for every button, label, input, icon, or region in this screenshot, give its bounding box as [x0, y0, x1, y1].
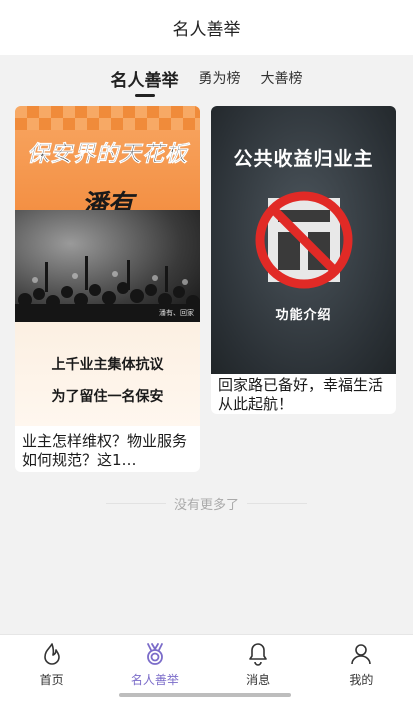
- tab-charity-ranking[interactable]: 大善榜: [259, 62, 305, 94]
- checker-pattern: [15, 106, 200, 130]
- home-indicator: [119, 693, 291, 697]
- cover-subtitle: 功能介绍: [275, 308, 332, 323]
- cover-headline: 保安界的天花板: [26, 142, 188, 168]
- tabbar-label: 我的: [349, 673, 374, 687]
- page-title: 名人善举: [172, 20, 241, 40]
- no-more-text: 没有更多了: [173, 498, 239, 513]
- tabbar-label: 消息: [246, 673, 271, 687]
- tabbar-label: 首页: [39, 673, 64, 687]
- article-cover-image: 保安界的天花板 潘有 潘有、回家 上千业主集体抗议 为了留住一名保安: [15, 106, 200, 426]
- prohibition-sign-icon: [255, 191, 353, 289]
- article-card[interactable]: 保安界的天花板 潘有 潘有、回家 上千业主集体抗议 为了留住一名保安 业主怎样维…: [15, 106, 200, 472]
- tabbar-item-home[interactable]: 首页: [0, 635, 103, 701]
- fire-icon: [43, 643, 60, 665]
- page-header: 名人善举: [0, 0, 413, 55]
- no-more-indicator: 没有更多了: [0, 494, 413, 513]
- photo-caption: 潘有、回家: [159, 309, 194, 317]
- article-card[interactable]: 公共收益归业主 功能介绍 回家路已备好，幸福生活从此起航！: [211, 106, 396, 414]
- user-icon: [351, 644, 372, 665]
- category-tabs: 名人善举 勇为榜 大善榜: [0, 60, 413, 96]
- bell-icon: [249, 643, 267, 666]
- tab-famous-good-deeds[interactable]: 名人善举: [109, 60, 181, 97]
- tabbar-label: 名人善举: [130, 673, 179, 687]
- tabbar-item-messages[interactable]: 消息: [207, 635, 310, 701]
- tabbar-item-famous-good-deeds[interactable]: 名人善举: [103, 635, 206, 701]
- article-title[interactable]: 业主怎样维权？物业服务如何规范？这1…: [22, 432, 196, 470]
- tab-bravery-ranking[interactable]: 勇为榜: [197, 62, 243, 94]
- bottom-tab-bar: 首页 名人善举 消息 我的: [0, 634, 413, 701]
- divider-line: [247, 503, 307, 504]
- article-title[interactable]: 回家路已备好，幸福生活从此起航！: [218, 376, 392, 414]
- divider-line: [105, 503, 166, 504]
- tabbar-item-profile[interactable]: 我的: [310, 635, 413, 701]
- medal-icon: [146, 643, 163, 665]
- cover-headline: 公共收益归业主: [233, 148, 374, 170]
- cover-line-2: 为了留住一名保安: [51, 389, 164, 405]
- crowd-photo: 潘有、回家: [15, 210, 200, 322]
- article-cover-image: 公共收益归业主 功能介绍: [211, 106, 396, 374]
- cover-line-1: 上千业主集体抗议: [51, 357, 164, 373]
